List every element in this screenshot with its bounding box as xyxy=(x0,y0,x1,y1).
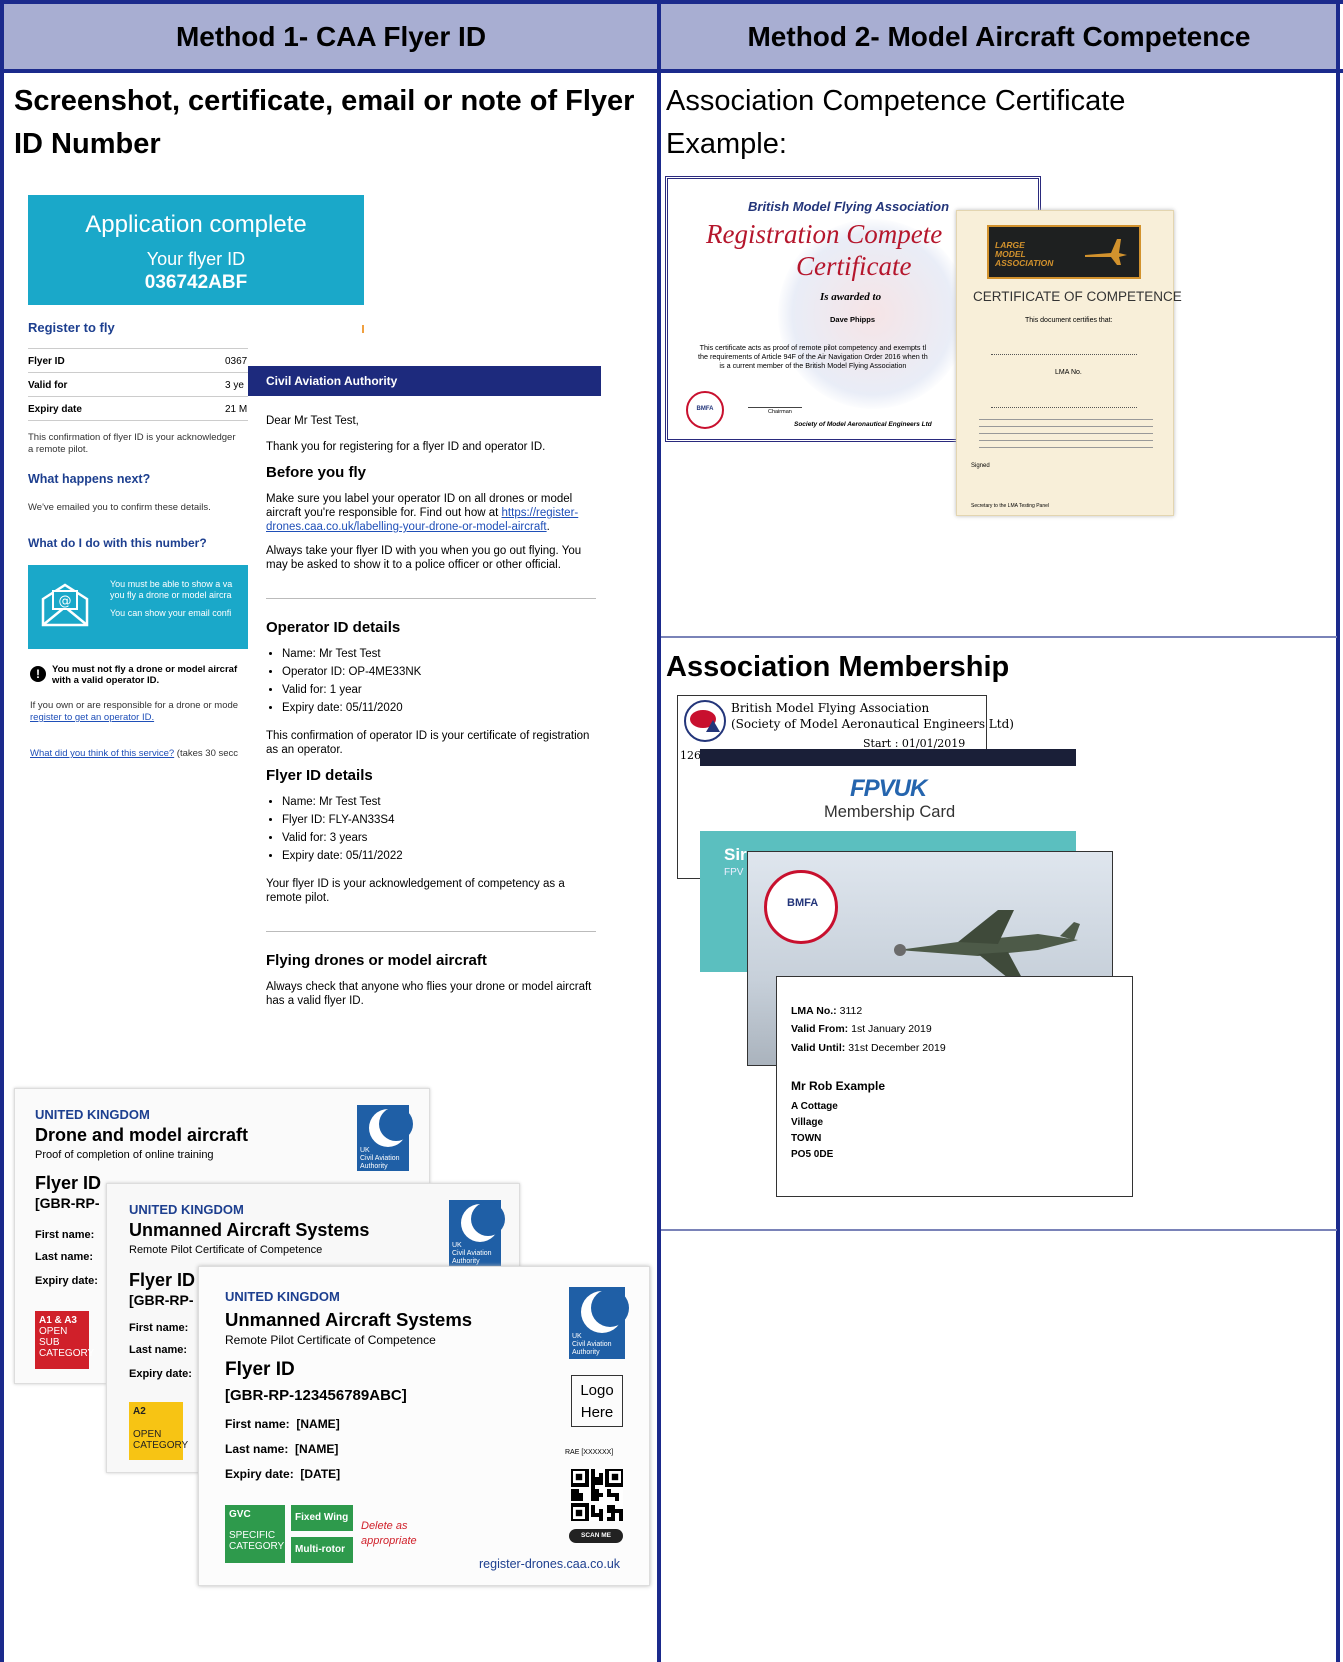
border-header-bottom xyxy=(0,69,1343,73)
col1-header: Method 1- CAA Flyer ID xyxy=(4,4,658,69)
flyer-list: Name: Mr Test Test Flyer ID: FLY-AN33S4 … xyxy=(266,793,596,865)
bmfa-round-badge-icon: BMFA xyxy=(764,870,838,944)
col2-header: Method 2- Model Aircraft Competence xyxy=(661,4,1337,69)
feedback: What did you think of this service? (tak… xyxy=(30,748,239,759)
membership-heading: Association Membership xyxy=(666,651,1010,683)
what-do-title: What do I do with this number? xyxy=(28,536,207,550)
left-heading: Screenshot, certificate, email or note o… xyxy=(14,85,635,160)
border-mid xyxy=(657,0,661,1662)
multi-rotor-tag: Multi-rotor xyxy=(291,1537,353,1563)
feedback-link[interactable]: What did you think of this service? xyxy=(30,748,174,759)
email-thanks: Thank you for registering for a flyer ID… xyxy=(266,441,546,453)
bmfa-logo-icon: BMFA xyxy=(686,391,724,429)
flyer-title: Flyer ID details xyxy=(266,767,373,784)
register-title: Register to fly xyxy=(28,320,115,335)
caa-cert-3: UNITED KINGDOM Unmanned Aircraft Systems… xyxy=(198,1266,650,1586)
lma-membership-card: LMA No.: 3112 Valid From: 1st January 20… xyxy=(776,976,1133,1197)
border-right xyxy=(1336,0,1340,1662)
lma-logo: LARGE MODEL ASSOCIATION xyxy=(987,225,1141,279)
operator-title: Operator ID details xyxy=(266,619,401,636)
plane-icon xyxy=(1085,239,1127,265)
border-right-row2 xyxy=(661,1229,1337,1231)
fixed-wing-tag: Fixed Wing xyxy=(291,1505,353,1531)
caa-email: Civil Aviation Authority Dear Mr Test Te… xyxy=(248,366,601,1056)
what-next-text: We've emailed you to confirm these detai… xyxy=(28,502,211,513)
register-confirm: This confirmation of flyer ID is your ac… xyxy=(28,432,236,455)
border-left xyxy=(0,0,4,1662)
right-heading: Association Competence Certificate Examp… xyxy=(666,85,1126,160)
before-fly-p1: Make sure you label your operator ID on … xyxy=(266,493,579,533)
labelling-link[interactable]: drones.caa.co.uk/labelling-your-drone-or… xyxy=(266,521,547,533)
scan-me-badge: SCAN ME xyxy=(569,1529,623,1543)
caa-logo-icon: UK Civil Aviation Authority xyxy=(449,1200,505,1266)
spitfire-icon xyxy=(894,910,1080,978)
what-next-title: What happens next? xyxy=(28,472,151,486)
a1-a3-tag: A1 & A3 OPEN SUB CATEGORY xyxy=(35,1311,94,1369)
caa-email-bar: Civil Aviation Authority xyxy=(248,366,601,396)
lma-certificate: LARGE MODEL ASSOCIATION CERTIFICATE OF COM… xyxy=(956,210,1182,516)
caa-logo-icon: UK Civil Aviation Authority xyxy=(569,1287,629,1359)
register-details: Flyer ID 0367 Valid for 3 ye Expiry date… xyxy=(28,348,248,421)
warning-icon: ! xyxy=(30,666,46,682)
before-fly-title: Before you fly xyxy=(266,464,367,481)
caa-logo-icon: UK Civil Aviation Authority xyxy=(357,1105,413,1171)
orange-mark xyxy=(362,325,368,333)
bmfa-badge-icon xyxy=(684,700,726,742)
flyer-note: Your flyer ID is your acknowledgement of… xyxy=(266,878,565,904)
gvc-tag: GVC SPECIFIC CATEGORY xyxy=(225,1505,285,1563)
a2-tag: A2 OPEN CATEGORY xyxy=(129,1402,188,1460)
qr-code-icon xyxy=(571,1469,623,1521)
logo-placeholder: Logo Here xyxy=(571,1375,623,1427)
application-complete-card: Application complete Your flyer ID 03674… xyxy=(28,195,364,305)
operator-list: Name: Mr Test Test Operator ID: OP-4ME33… xyxy=(266,645,596,717)
border-top xyxy=(0,0,1343,4)
drones-title: Flying drones or model aircraft xyxy=(266,952,487,969)
drones-text: Always check that anyone who flies your … xyxy=(266,981,592,1007)
email-greeting: Dear Mr Test Test, xyxy=(266,415,359,427)
envelope-icon: @ xyxy=(41,583,89,627)
warning-text: You must not fly a drone or model aircra… xyxy=(52,664,238,686)
fpvuk-logo: FPVUK xyxy=(850,775,927,802)
lma-body-text xyxy=(979,417,1153,454)
register-operator-link[interactable]: register to get an operator ID. xyxy=(30,712,238,724)
email-info-box: @ You must be able to show a va you fly … xyxy=(28,565,248,649)
border-right-row1 xyxy=(661,636,1337,638)
svg-text:@: @ xyxy=(59,594,72,609)
own-text: If you own or are responsible for a dron… xyxy=(30,700,239,724)
before-fly-p2: Always take your flyer ID with you when … xyxy=(266,545,582,571)
operator-note: This confirmation of operator ID is your… xyxy=(266,730,590,756)
